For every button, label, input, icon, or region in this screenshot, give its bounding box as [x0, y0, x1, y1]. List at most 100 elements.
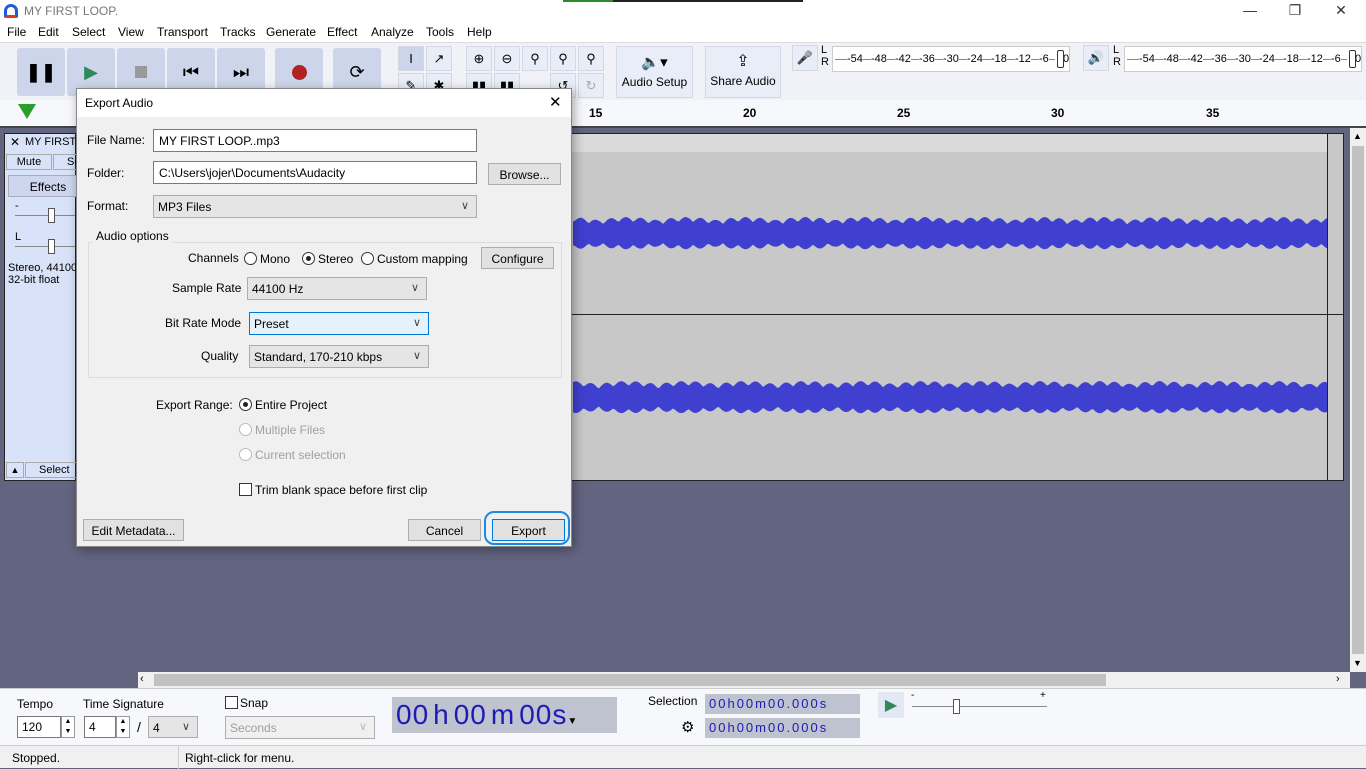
- pan-slider[interactable]: [15, 239, 75, 254]
- gear-icon[interactable]: ⚙: [681, 718, 694, 736]
- zoom-out-button[interactable]: ⊖: [494, 46, 520, 71]
- share-audio-button[interactable]: ⇪ Share Audio: [705, 46, 781, 98]
- chevron-down-icon: ∨: [412, 350, 421, 362]
- playback-meter-lr: LR: [1113, 44, 1121, 68]
- waveform-channel-right[interactable]: [573, 381, 1327, 414]
- menu-select[interactable]: Select: [72, 25, 105, 39]
- format-select[interactable]: MP3 Files ∨: [153, 195, 477, 218]
- menu-edit[interactable]: Edit: [38, 25, 59, 39]
- selection-start-field[interactable]: 00h00m00.000s: [705, 694, 860, 714]
- vertical-scrollbar[interactable]: ▲ ▼: [1350, 128, 1366, 672]
- meter-tick: -54: [847, 53, 863, 65]
- chevron-down-icon: ∨: [412, 317, 421, 329]
- play-head-icon[interactable]: [18, 104, 36, 119]
- speaker-icon: 🔊: [1087, 50, 1105, 65]
- tempo-label: Tempo: [17, 697, 54, 711]
- audio-setup-button[interactable]: 🔈▾ Audio Setup: [616, 46, 693, 98]
- skip-start-icon: ⏮: [182, 61, 200, 82]
- tempo-stepper[interactable]: ▲ ▼: [61, 716, 75, 738]
- fit-project-button[interactable]: ⚲: [550, 46, 576, 71]
- browse-button[interactable]: Browse...: [488, 163, 561, 185]
- menu-tools[interactable]: Tools: [426, 25, 454, 39]
- pause-button[interactable]: ❚❚: [17, 48, 65, 96]
- configure-button[interactable]: Configure: [481, 247, 554, 269]
- i-beam-icon: I: [409, 51, 413, 66]
- menu-view[interactable]: View: [118, 25, 144, 39]
- mono-radio[interactable]: [244, 252, 257, 265]
- dialog-close-button[interactable]: ✕: [549, 93, 562, 111]
- selection-end-field[interactable]: 00h00m00.000s: [705, 718, 860, 738]
- tempo-field[interactable]: 120: [17, 716, 61, 738]
- stereo-radio[interactable]: [302, 252, 315, 265]
- fit-selection-button[interactable]: ⚲: [522, 46, 548, 71]
- menu-transport[interactable]: Transport: [157, 25, 208, 39]
- meter-tick: -12: [1015, 53, 1031, 65]
- share-icon: ⇪: [736, 53, 750, 70]
- menu-generate[interactable]: Generate: [266, 25, 316, 39]
- envelope-tool-button[interactable]: ↗: [426, 46, 452, 71]
- horizontal-scrollbar[interactable]: ‹ ›: [138, 672, 1350, 688]
- playback-meter-button[interactable]: 🔊: [1083, 45, 1109, 71]
- close-window-button[interactable]: ✕: [1326, 2, 1356, 20]
- zoom-in-button[interactable]: ⊕: [466, 46, 492, 71]
- collapse-track-button[interactable]: ▲: [6, 462, 24, 478]
- waveform-channel-left[interactable]: [573, 217, 1327, 250]
- multiple-files-radio[interactable]: [239, 423, 252, 436]
- time-sig-numerator[interactable]: 4: [84, 716, 116, 738]
- play-at-speed-button[interactable]: ▶: [878, 692, 904, 718]
- mute-button[interactable]: Mute: [6, 154, 52, 170]
- entire-project-radio[interactable]: [239, 398, 252, 411]
- quality-select[interactable]: Standard, 170-210 kbps ∨: [249, 345, 429, 368]
- snap-checkbox[interactable]: [225, 696, 238, 709]
- meter-tick: -42: [895, 53, 911, 65]
- bit-rate-mode-select[interactable]: Preset ∨: [249, 312, 429, 335]
- export-button[interactable]: Export: [492, 519, 565, 541]
- redo-button[interactable]: ↻: [578, 73, 604, 98]
- snap-label: Snap: [240, 696, 269, 710]
- current-selection-radio[interactable]: [239, 448, 252, 461]
- menu-file[interactable]: File: [7, 25, 26, 39]
- playback-meter[interactable]: -54 -48 -42 -36 -30 -24 -18 -12 -6 0: [1124, 46, 1362, 72]
- playback-speed-slider[interactable]: [912, 699, 1047, 714]
- gain-slider[interactable]: [15, 208, 75, 223]
- file-name-input[interactable]: MY FIRST LOOP..mp3: [153, 129, 477, 152]
- meter-tick: -24: [967, 53, 983, 65]
- zoom-toggle-button[interactable]: ⚲: [578, 46, 604, 71]
- time-sig-denominator[interactable]: 4 ∨: [148, 716, 198, 738]
- meter-slider-handle[interactable]: [1349, 50, 1356, 68]
- track-close-button[interactable]: ✕: [6, 135, 24, 152]
- time-signature-label: Time Signature: [83, 697, 164, 711]
- dialog-title: Export Audio: [85, 96, 154, 110]
- export-audio-dialog: Export Audio ✕ File Name: MY FIRST LOOP.…: [76, 88, 572, 547]
- selection-tool-button[interactable]: I: [398, 46, 424, 71]
- meter-tick: -30: [1235, 53, 1251, 65]
- meter-tick: -6: [1331, 53, 1341, 65]
- time-sig-stepper[interactable]: ▲ ▼: [116, 716, 130, 738]
- track-name-button[interactable]: MY FIRST LOOP.: [25, 136, 77, 148]
- ruler-tick-30: 30: [1051, 106, 1065, 120]
- ruler-tick-20: 20: [743, 106, 757, 120]
- minimize-button[interactable]: —: [1235, 2, 1265, 20]
- menu-analyze[interactable]: Analyze: [371, 25, 414, 39]
- play-icon: ▶: [84, 61, 98, 82]
- record-meter-button[interactable]: 🎤: [792, 45, 818, 71]
- record-meter[interactable]: -54 -48 -42 -36 -30 -24 -18 -12 -6 0: [832, 46, 1070, 72]
- maximize-button[interactable]: ❐: [1280, 2, 1310, 20]
- time-display[interactable]: 00 h 00 m 00s▼: [392, 697, 617, 733]
- snap-unit-select[interactable]: Seconds ∨: [225, 716, 375, 739]
- ruler-tick-35: 35: [1206, 106, 1220, 120]
- trim-checkbox[interactable]: [239, 483, 252, 496]
- play-icon: ▶: [884, 697, 898, 714]
- meter-slider-handle[interactable]: [1057, 50, 1064, 68]
- custom-mapping-radio[interactable]: [361, 252, 374, 265]
- folder-input[interactable]: C:\Users\jojer\Documents\Audacity: [153, 161, 477, 184]
- edit-metadata-button[interactable]: Edit Metadata...: [83, 519, 184, 541]
- meter-tick: -12: [1307, 53, 1323, 65]
- menu-help[interactable]: Help: [467, 25, 492, 39]
- status-bar: Stopped. Right-click for menu.: [0, 745, 1366, 769]
- sample-rate-select[interactable]: 44100 Hz ∨: [247, 277, 427, 300]
- pan-label: L: [15, 231, 22, 243]
- menu-tracks[interactable]: Tracks: [220, 25, 256, 39]
- menu-effect[interactable]: Effect: [327, 25, 357, 39]
- cancel-button[interactable]: Cancel: [408, 519, 481, 541]
